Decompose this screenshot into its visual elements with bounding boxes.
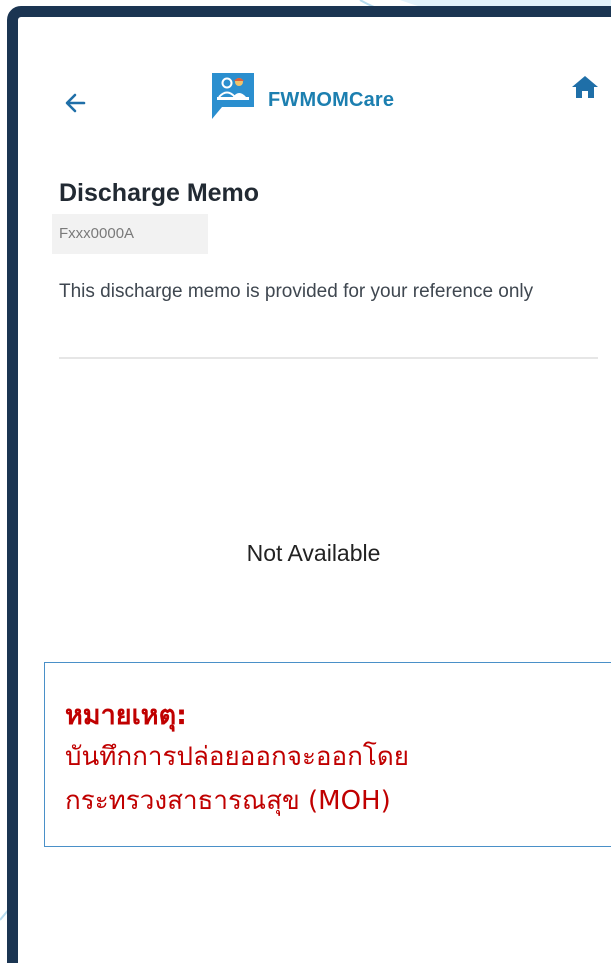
divider (59, 357, 598, 359)
app-header: FWMOMCare (18, 17, 611, 137)
note-body-line-1: บันทึกการปล่อยออกจะออกโดย (65, 742, 409, 772)
page-title: Discharge Memo (59, 179, 260, 207)
slide-canvas: FWMOMCare Discharge Memo Fxxx0000A This … (0, 0, 611, 963)
empty-state-text: Not Available (246, 540, 381, 566)
home-icon (572, 76, 598, 98)
memo-id-chip: Fxxx0000A (52, 214, 208, 254)
arrow-left-icon (65, 93, 86, 113)
app-brand: FWMOMCare (208, 69, 394, 121)
back-button[interactable] (62, 89, 90, 117)
info-text: This discharge memo is provided for your… (59, 281, 534, 302)
home-button[interactable] (571, 74, 599, 100)
brand-name: FWMOMCare (268, 88, 395, 111)
note-body-line-2: กระทรวงสาธารณสุข (MOH) (65, 786, 391, 816)
brand-logo-icon (212, 73, 254, 119)
note-callout: หมายเหตุ: บันทึกการปล่อยออกจะออกโดย กระท… (44, 662, 611, 847)
note-title: หมายเหตุ: (65, 700, 187, 731)
